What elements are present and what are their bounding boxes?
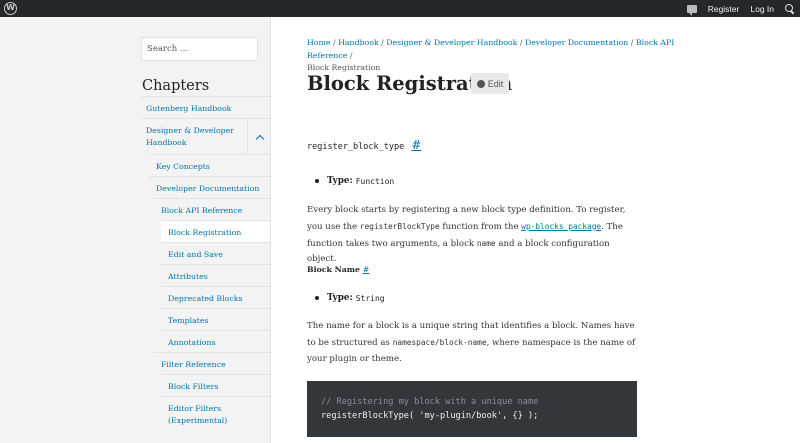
- nav-item-attributes[interactable]: Attributes: [161, 264, 271, 286]
- breadcrumb-separator: /: [330, 38, 339, 47]
- nav-item-annotations[interactable]: Annotations: [161, 330, 271, 352]
- type-function-item: Type: Function: [315, 176, 394, 186]
- breadcrumb-designer-handbook[interactable]: Designer & Developer Handbook: [386, 38, 517, 47]
- nav-item-label: Filter Reference: [161, 360, 226, 369]
- breadcrumb-separator: /: [628, 38, 636, 47]
- function-name: register_block_type: [307, 142, 405, 152]
- wordpress-logo-icon[interactable]: W: [4, 2, 17, 15]
- anchor-link[interactable]: #: [411, 138, 421, 152]
- nav-item-key-concepts[interactable]: Key Concepts: [149, 154, 271, 176]
- nav-item-gutenberg-handbook[interactable]: Gutenberg Handbook: [141, 96, 271, 118]
- type-value: String: [355, 293, 385, 303]
- type-string-item: Type: String: [315, 293, 385, 303]
- block-name-heading: Block Name #: [307, 265, 369, 274]
- inline-code: namespace/block-name: [392, 337, 487, 347]
- code-block: // Registering my block with a unique na…: [307, 381, 637, 437]
- bullet-icon: [315, 296, 319, 300]
- inline-code: name: [476, 238, 496, 248]
- type-value: Function: [355, 176, 395, 186]
- anchor-link[interactable]: #: [363, 265, 370, 274]
- breadcrumb-handbook[interactable]: Handbook: [338, 38, 379, 47]
- register-link[interactable]: Register: [708, 4, 740, 14]
- sidebar-search-input[interactable]: Search ...: [141, 37, 258, 61]
- text: function from the: [439, 221, 522, 232]
- admin-bar: W Register Log In: [0, 0, 800, 17]
- nav-item-label: Gutenberg Handbook: [146, 104, 232, 113]
- type-label: Type:: [327, 176, 353, 186]
- nav-item-label: Key Concepts: [156, 162, 210, 171]
- breadcrumb: Home / Handbook / Designer & Developer H…: [307, 37, 677, 75]
- code-comment: // Registering my block with a unique na…: [321, 397, 539, 407]
- search-icon[interactable]: [785, 4, 794, 13]
- breadcrumb-current: Block Registration: [307, 63, 381, 72]
- admin-bar-actions: Register Log In: [686, 0, 794, 17]
- page-body: Search ... Chapters Gutenberg Handbook D…: [0, 17, 800, 443]
- nav-item-label: Templates: [168, 316, 209, 325]
- login-link[interactable]: Log In: [750, 4, 774, 14]
- chapters-title: Chapters: [142, 78, 210, 94]
- breadcrumb-separator: /: [517, 38, 525, 47]
- nav-item-templates[interactable]: Templates: [161, 308, 271, 330]
- nav-item-designer-developer-handbook[interactable]: Designer & Developer Handbook: [141, 118, 271, 155]
- nav-item-label: Editor Filters (Experimental): [168, 404, 228, 425]
- nav-item-label: Developer Documentation: [156, 184, 260, 193]
- nav-item-developer-documentation[interactable]: Developer Documentation: [149, 176, 271, 198]
- breadcrumb-developer-documentation[interactable]: Developer Documentation: [525, 38, 628, 47]
- function-heading: register_block_type #: [307, 138, 421, 152]
- collapse-toggle[interactable]: [247, 119, 271, 155]
- nav-item-block-api-reference[interactable]: Block API Reference: [154, 198, 271, 220]
- chevron-up-icon: [255, 134, 264, 143]
- nav-item-label: Block Filters: [168, 382, 219, 391]
- inline-code: registerBlockType: [359, 221, 440, 231]
- nav-item-edit-and-save[interactable]: Edit and Save: [161, 242, 271, 264]
- nav-item-filter-reference[interactable]: Filter Reference: [154, 352, 271, 374]
- sidebar: Search ... Chapters Gutenberg Handbook D…: [0, 17, 271, 443]
- nav-item-editor-filters[interactable]: Editor Filters (Experimental): [161, 396, 271, 430]
- block-name-paragraph: The name for a block is a unique string …: [307, 319, 640, 367]
- chat-icon[interactable]: [686, 4, 697, 16]
- edit-button-label: Edit: [487, 78, 504, 89]
- github-icon: [476, 79, 485, 88]
- nav-item-block-filters[interactable]: Block Filters: [161, 374, 271, 396]
- sidebar-divider: [270, 17, 271, 443]
- nav-item-label: Block API Reference: [161, 206, 243, 215]
- nav-item-block-registration[interactable]: Block Registration: [161, 220, 271, 242]
- code-line: registerBlockType( 'my-plugin/book', {} …: [321, 411, 539, 421]
- breadcrumb-separator: /: [347, 50, 353, 60]
- nav-item-label: Block Registration: [168, 228, 242, 237]
- nav-item-label: Edit and Save: [168, 250, 223, 259]
- intro-paragraph: Every block starts by registering a new …: [307, 203, 640, 268]
- chapter-nav: Gutenberg Handbook Designer & Developer …: [141, 96, 271, 430]
- nav-item-label: Designer & Developer Handbook: [146, 126, 235, 147]
- breadcrumb-home[interactable]: Home: [307, 38, 331, 47]
- nav-item-label: Deprecated Blocks: [168, 294, 243, 303]
- nav-item-label: Annotations: [168, 338, 216, 347]
- edit-button[interactable]: Edit: [471, 73, 509, 94]
- wp-blocks-package-link[interactable]: wp-blocks package: [521, 222, 601, 231]
- nav-item-label: Attributes: [168, 272, 208, 281]
- heading-text: Block Name: [307, 265, 361, 274]
- type-label: Type:: [327, 293, 353, 303]
- bullet-icon: [315, 179, 319, 183]
- nav-item-deprecated-blocks[interactable]: Deprecated Blocks: [161, 286, 271, 308]
